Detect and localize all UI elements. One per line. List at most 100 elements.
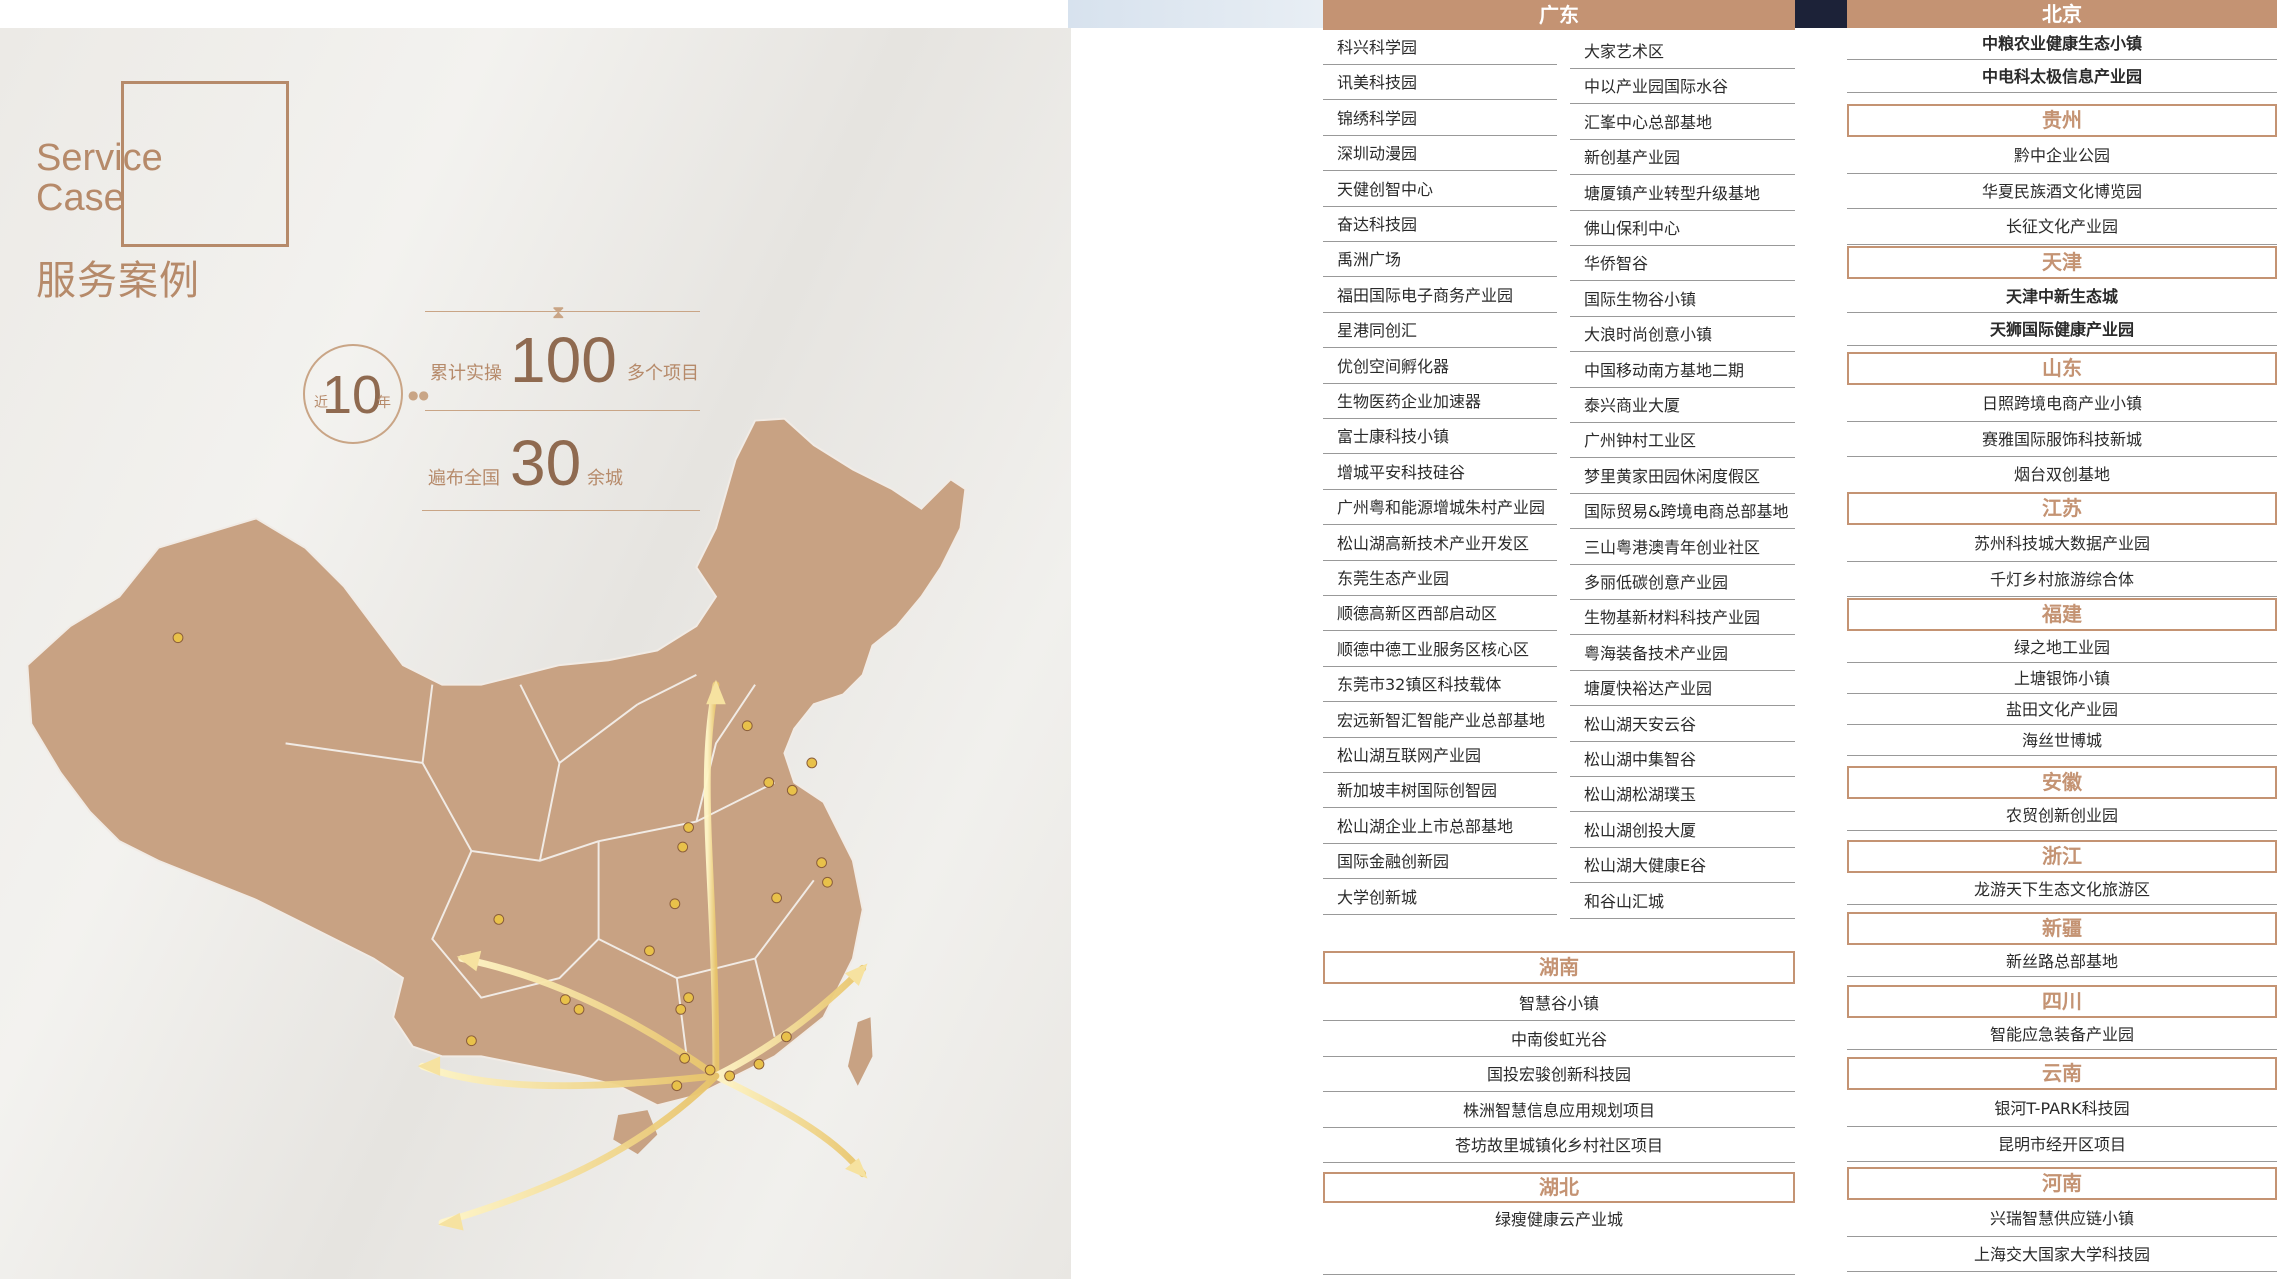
guangdong-item: 顺德中德工业服务区核心区 <box>1323 633 1557 667</box>
right-item: 兴瑞智慧供应链小镇 <box>1847 1202 2277 1237</box>
guangdong-item: 中国移动南方基地二期 <box>1570 354 1795 388</box>
guangdong-item: 松山湖大健康E谷 <box>1570 849 1795 884</box>
header-hubei: 湖北 <box>1323 1172 1795 1203</box>
right-item: 苏州科技城大数据产业园 <box>1847 527 2277 562</box>
right-item: 新丝路总部基地 <box>1847 947 2277 977</box>
guangdong-item: 广州粤和能源增城朱村产业园 <box>1323 491 1557 526</box>
guangdong-item: 松山湖企业上市总部基地 <box>1323 810 1557 844</box>
header-0: 北京 <box>1847 0 2277 28</box>
guangdong-item: 顺德高新区西部启动区 <box>1323 597 1557 632</box>
header-hunan: 湖南 <box>1323 951 1795 984</box>
header-2: 天津 <box>1847 246 2277 279</box>
right-item: 海丝世博城 <box>1847 726 2277 756</box>
right-item: 天津中新生态城 <box>1847 281 2277 313</box>
hunan-item: 苍坊故里城镇化乡村社区项目 <box>1323 1129 1795 1163</box>
guangdong-item: 大家艺术区 <box>1570 35 1795 69</box>
guangdong-item: 粤海装备技术产业园 <box>1570 637 1795 671</box>
guangdong-item: 中以产业园国际水谷 <box>1570 70 1795 105</box>
guangdong-item: 新加坡丰树国际创智园 <box>1323 774 1557 809</box>
guangdong-item: 汇峯中心总部基地 <box>1570 106 1795 140</box>
right-item: 上塘银饰小镇 <box>1847 664 2277 694</box>
guangdong-item: 大学创新城 <box>1323 881 1557 915</box>
hubei-bottom-line <box>1323 1274 1795 1275</box>
right-item: 烟台双创基地 <box>1847 458 2277 493</box>
right-item: 银河T-PARK科技园 <box>1847 1092 2277 1127</box>
header-3: 山东 <box>1847 352 2277 385</box>
guangdong-item: 生物基新材料科技产业园 <box>1570 601 1795 636</box>
guangdong-item: 松山湖天安云谷 <box>1570 708 1795 742</box>
hunan-item: 智慧谷小镇 <box>1323 987 1795 1021</box>
guangdong-item: 国际生物谷小镇 <box>1570 283 1795 317</box>
guangdong-item: 星港同创汇 <box>1323 314 1557 349</box>
guangdong-item: 松山湖松湖璞玉 <box>1570 778 1795 813</box>
hunan-item: 中南俊虹光谷 <box>1323 1023 1795 1057</box>
guangdong-item: 佛山保利中心 <box>1570 212 1795 246</box>
taiwan-island <box>848 1017 873 1086</box>
hubei-item: 绿瘦健康云产业城 <box>1494 1210 1623 1229</box>
guangdong-item: 三山粤港澳青年创业社区 <box>1570 531 1795 565</box>
guangdong-item: 松山湖中集智谷 <box>1570 743 1795 777</box>
right-item: 天狮国际健康产业园 <box>1847 314 2277 346</box>
hunan-item: 国投宏骏创新科技园 <box>1323 1058 1795 1092</box>
guangdong-item: 梦里黄家田园休闲度假区 <box>1570 460 1795 494</box>
header-5: 福建 <box>1847 598 2277 631</box>
right-item: 长征文化产业园 <box>1847 210 2277 245</box>
right-item: 赛雅国际服饰科技新城 <box>1847 423 2277 457</box>
guangdong-item: 松山湖高新技术产业开发区 <box>1323 527 1557 561</box>
guangdong-item: 宏远新智汇智能产业总部基地 <box>1323 704 1557 738</box>
guangdong-item: 松山湖创投大厦 <box>1570 814 1795 848</box>
guangdong-item: 东莞生态产业园 <box>1323 562 1557 596</box>
right-item: 农贸创新创业园 <box>1847 801 2277 831</box>
header-9: 四川 <box>1847 985 2277 1018</box>
header-11: 河南 <box>1847 1167 2277 1200</box>
guangdong-item: 科兴科学园 <box>1323 31 1557 65</box>
guangdong-item: 天健创智中心 <box>1323 173 1557 207</box>
header-guangdong: 广东 <box>1323 0 1795 30</box>
right-item: 昆明市经开区项目 <box>1847 1128 2277 1162</box>
guangdong-item: 锦绣科学园 <box>1323 102 1557 136</box>
guangdong-item: 优创空间孵化器 <box>1323 350 1557 384</box>
guangdong-item: 塘厦镇产业转型升级基地 <box>1570 177 1795 211</box>
guangdong-item: 华侨智谷 <box>1570 247 1795 282</box>
right-item: 中电科太极信息产业园 <box>1847 61 2277 93</box>
right-item: 智能应急装备产业园 <box>1847 1020 2277 1050</box>
guangdong-item: 生物医药企业加速器 <box>1323 385 1557 419</box>
header-4: 江苏 <box>1847 492 2277 525</box>
china-map <box>26 417 967 1231</box>
right-item: 千灯乡村旅游综合体 <box>1847 563 2277 597</box>
header-6: 安徽 <box>1847 766 2277 799</box>
guangdong-item: 东莞市32镇区科技载体 <box>1323 668 1557 703</box>
header-7: 浙江 <box>1847 840 2277 873</box>
guangdong-item: 多丽低碳创意产业园 <box>1570 566 1795 600</box>
guangdong-item: 松山湖互联网产业园 <box>1323 739 1557 773</box>
guangdong-item: 和谷山汇城 <box>1570 885 1795 919</box>
guangdong-item: 讯美科技园 <box>1323 66 1557 101</box>
guangdong-item: 新创基产业园 <box>1570 141 1795 176</box>
right-item: 盐田文化产业园 <box>1847 695 2277 725</box>
guangdong-item: 奋达科技园 <box>1323 208 1557 242</box>
guangdong-item: 塘厦快裕达产业园 <box>1570 672 1795 707</box>
guangdong-item: 大浪时尚创意小镇 <box>1570 318 1795 353</box>
guangdong-item: 增城平安科技硅谷 <box>1323 456 1557 490</box>
right-item: 日照跨境电商产业小镇 <box>1847 387 2277 422</box>
right-item: 黔中企业公园 <box>1847 139 2277 174</box>
top-decor-strip <box>1068 0 1323 28</box>
right-item: 上海交大国家大学科技园 <box>1847 1238 2277 1272</box>
guangdong-item: 国际金融创新园 <box>1323 845 1557 880</box>
right-item: 中粮农业健康生态小镇 <box>1847 28 2277 60</box>
guangdong-item: 广州钟村工业区 <box>1570 424 1795 459</box>
header-1: 贵州 <box>1847 104 2277 137</box>
header-10: 云南 <box>1847 1057 2277 1090</box>
guangdong-item: 福田国际电子商务产业园 <box>1323 279 1557 313</box>
guangdong-item: 禹洲广场 <box>1323 243 1557 278</box>
right-item: 华夏民族酒文化博览园 <box>1847 175 2277 209</box>
guangdong-item: 国际贸易&跨境电商总部基地 <box>1570 495 1795 530</box>
right-item: 绿之地工业园 <box>1847 633 2277 663</box>
top-dark-strip <box>1795 0 1847 28</box>
guangdong-item: 深圳动漫园 <box>1323 137 1557 172</box>
hunan-item: 株洲智慧信息应用规划项目 <box>1323 1094 1795 1128</box>
right-item: 龙游天下生态文化旅游区 <box>1847 875 2277 905</box>
guangdong-item: 富士康科技小镇 <box>1323 420 1557 455</box>
guangdong-item: 泰兴商业大厦 <box>1570 389 1795 423</box>
header-8: 新疆 <box>1847 912 2277 945</box>
